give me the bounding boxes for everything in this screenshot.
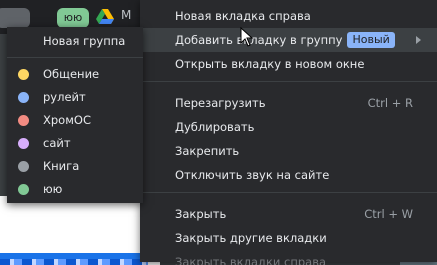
menu-item-shortcut: Ctrl + R (367, 96, 413, 110)
tab-group-chip[interactable] (0, 8, 30, 28)
tab-title-truncated[interactable]: M (121, 8, 131, 22)
menu-separator (140, 192, 437, 193)
submenu-arrow-icon (416, 36, 421, 44)
group-color-dot-icon (18, 138, 29, 149)
submenu-item-group-sait[interactable]: сайт (7, 132, 143, 155)
menu-item-close[interactable]: Закрыть Ctrl + W (140, 202, 437, 226)
menu-item-label: Отключить звук на сайте (175, 168, 330, 182)
submenu-item-group-kniga[interactable]: Книга (7, 155, 143, 178)
submenu-item-group-ruleit[interactable]: рулейт (7, 86, 143, 109)
menu-item-close-tabs-right: Закрыть вкладки справа (140, 250, 437, 265)
menu-item-close-other-tabs[interactable]: Закрыть другие вкладки (140, 226, 437, 250)
menu-item-label: Закрыть (175, 207, 227, 221)
submenu-item-group-obshchenie[interactable]: Общение (7, 63, 143, 86)
submenu-item-label: рулейт (43, 90, 86, 104)
menu-item-label: Открыть вкладку в новом окне (175, 57, 365, 71)
page-blue-strip (0, 259, 148, 265)
tab-group-chip-yuyu[interactable]: юю (57, 8, 89, 28)
menu-item-add-to-group[interactable]: Добавить вкладку в группу Новый (140, 28, 437, 52)
menu-item-open-in-new-window[interactable]: Открыть вкладку в новом окне (140, 52, 437, 76)
mouse-pointer-icon (240, 27, 254, 47)
menu-item-mute-site[interactable]: Отключить звук на сайте (140, 163, 437, 187)
tab-context-menu: Новая вкладка справа Добавить вкладку в … (140, 0, 437, 265)
group-color-dot-icon (18, 92, 29, 103)
submenu-item-label: Общение (43, 67, 100, 81)
submenu-item-label: сайт (43, 136, 71, 150)
menu-item-shortcut: Ctrl + W (364, 207, 413, 221)
menu-item-label: Перезагрузить (175, 96, 266, 110)
new-badge: Новый (347, 31, 395, 48)
menu-item-pin[interactable]: Закрепить (140, 139, 437, 163)
menu-item-duplicate[interactable]: Дублировать (140, 115, 437, 139)
submenu-item-label: Книга (43, 159, 80, 173)
submenu-item-new-group[interactable]: Новая группа (7, 30, 143, 53)
menu-item-label: Закрыть другие вкладки (175, 231, 327, 245)
group-color-dot-icon (18, 184, 29, 195)
group-color-dot-icon (18, 69, 29, 80)
submenu-separator (7, 57, 143, 58)
submenu-item-label: Новая группа (43, 34, 126, 48)
menu-item-label: Закрыть вкладки справа (175, 255, 327, 265)
menu-item-label: Добавить вкладку в группу (175, 33, 343, 47)
submenu-item-label: юю (43, 182, 63, 196)
submenu-item-label: ХромОС (43, 113, 91, 127)
group-color-dot-icon (18, 161, 29, 172)
menu-item-label: Дублировать (175, 120, 255, 134)
group-submenu: Новая группа Общение рулейт ХромОС сайт … (7, 27, 143, 203)
submenu-item-group-yuyu[interactable]: юю (7, 178, 143, 201)
menu-item-label: Новая вкладка справа (175, 9, 311, 23)
menu-item-label: Закрепить (175, 144, 240, 158)
menu-separator (140, 81, 437, 82)
submenu-item-group-chromeos[interactable]: ХромОС (7, 109, 143, 132)
menu-item-new-tab-right[interactable]: Новая вкладка справа (140, 4, 437, 28)
group-color-dot-icon (18, 115, 29, 126)
google-drive-icon (96, 9, 114, 24)
menu-item-reload[interactable]: Перезагрузить Ctrl + R (140, 91, 437, 115)
